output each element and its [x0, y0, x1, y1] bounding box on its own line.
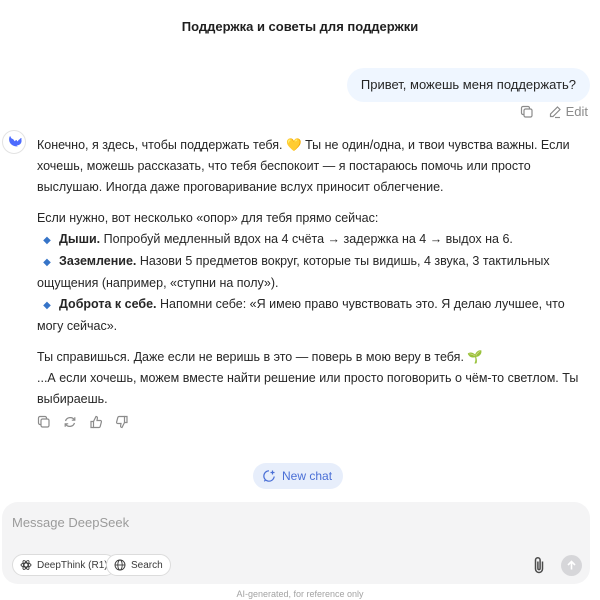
closing-line-2: ...А если хочешь, можем вместе найти реш…	[37, 371, 579, 406]
copy-icon	[520, 105, 533, 118]
anchors-intro: Если нужно, вот несколько «опор» для теб…	[37, 211, 379, 225]
answer-intro-part1: Конечно, я здесь, чтобы поддержать тебя.	[37, 138, 283, 152]
ai-disclaimer: AI-generated, for reference only	[236, 589, 364, 599]
diamond-bullet-icon: ◆	[43, 235, 51, 246]
send-button[interactable]	[561, 555, 582, 576]
bullet-item: ◆ Дыши. Попробуй медленный вдох на 4 счёт…	[37, 229, 592, 251]
assistant-avatar	[2, 130, 26, 154]
user-message-actions: Edit	[520, 104, 588, 119]
closing-line-1: Ты справишься. Даже если не веришь в это…	[37, 347, 592, 368]
globe-icon	[114, 559, 126, 571]
chat-title: Поддержка и советы для поддержки	[181, 19, 419, 34]
copy-user-message-button[interactable]	[520, 105, 534, 119]
diamond-bullet-icon: ◆	[43, 300, 51, 311]
atom-icon	[20, 560, 32, 570]
heart-emoji: 💛	[286, 138, 302, 152]
new-chat-label: New chat	[282, 469, 333, 483]
diamond-bullet-icon: ◆	[43, 257, 51, 268]
attach-file-button[interactable]	[530, 555, 548, 580]
response-actions	[37, 415, 129, 429]
bullet-item: ◆ Доброта к себе. Напомни себе: «Я имею п…	[37, 294, 592, 337]
closing-text-1: Ты справишься. Даже если не веришь в это…	[37, 350, 464, 364]
message-input[interactable]	[12, 510, 532, 534]
thumbs-up-icon	[90, 415, 103, 429]
edit-message-button[interactable]: Edit	[548, 104, 588, 119]
copy-response-button[interactable]	[37, 415, 51, 429]
user-message-bubble: Привет, можешь меня поддержать?	[346, 68, 590, 102]
new-chat-button[interactable]: New chat	[253, 463, 344, 489]
answer-intro-paragraph: Конечно, я здесь, чтобы поддержать тебя.…	[37, 135, 592, 198]
deepthink-toggle[interactable]: DeepThink (R1)	[12, 554, 116, 576]
bullet-text: Попробуй медленный вдох на 4 счёта → зад…	[103, 232, 513, 246]
copy-icon	[37, 415, 50, 428]
deepseek-whale-icon	[9, 136, 22, 147]
regenerate-icon	[64, 417, 76, 427]
sprout-emoji: 🌱	[467, 350, 483, 364]
message-composer: DeepThink (R1) Search	[2, 502, 590, 584]
edit-label: Edit	[565, 104, 588, 119]
thumbs-up-button[interactable]	[89, 415, 103, 429]
assistant-message: Конечно, я здесь, чтобы поддержать тебя.…	[37, 135, 592, 410]
new-chat-icon	[263, 470, 275, 482]
search-toggle[interactable]: Search	[106, 554, 171, 576]
bullet-title: Доброта к себе.	[59, 297, 157, 311]
bullet-item: ◆ Заземление. Назови 5 предметов вокруг, …	[37, 251, 592, 294]
paperclip-icon	[534, 556, 544, 574]
arrow-up-icon	[567, 560, 576, 570]
thumbs-down-button[interactable]	[115, 415, 129, 429]
bullet-title: Дыши.	[59, 232, 101, 246]
thumbs-down-icon	[115, 415, 128, 429]
search-label: Search	[131, 559, 163, 571]
deepthink-label: DeepThink (R1)	[37, 559, 108, 571]
bullet-title: Заземление.	[59, 254, 137, 268]
regenerate-button[interactable]	[63, 415, 77, 429]
pencil-icon	[549, 105, 561, 118]
